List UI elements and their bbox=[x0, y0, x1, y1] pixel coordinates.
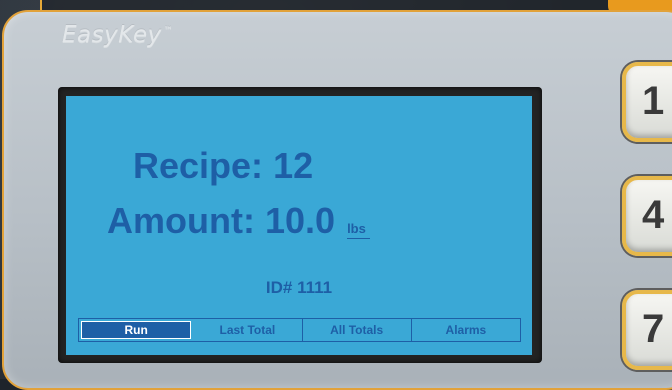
softkey-alarms[interactable]: Alarms bbox=[412, 319, 520, 341]
keypad-key-7[interactable]: 7 bbox=[622, 290, 672, 370]
softkey-run[interactable]: Run bbox=[81, 321, 192, 339]
amount-label: Amount: bbox=[107, 200, 255, 241]
trademark-mark: ™ bbox=[163, 26, 174, 37]
keypad-key-1[interactable]: 1 bbox=[622, 62, 672, 142]
id-label: ID# 1111 bbox=[265, 278, 333, 297]
softkey-all-totals[interactable]: All Totals bbox=[303, 319, 412, 341]
amount-value: 10.0 bbox=[264, 200, 336, 241]
brand-name: EasyKey bbox=[62, 22, 162, 48]
softkey-bar: Run Last Total All Totals Alarms bbox=[78, 318, 521, 342]
amount-line: Amount: 10.0 lbs bbox=[107, 200, 370, 242]
recipe-line: Recipe: 12 bbox=[133, 145, 313, 187]
lcd-screen: Recipe: 12 Amount: 10.0 lbs ID# 1111 Run… bbox=[66, 96, 532, 355]
recipe-value: 12 bbox=[273, 145, 314, 186]
amount-unit: lbs bbox=[347, 221, 370, 239]
brand-logo: EasyKey ™ bbox=[62, 22, 173, 48]
recipe-label: Recipe: bbox=[133, 145, 264, 186]
softkey-last-total[interactable]: Last Total bbox=[193, 319, 303, 341]
keypad-key-4[interactable]: 4 bbox=[622, 176, 672, 256]
